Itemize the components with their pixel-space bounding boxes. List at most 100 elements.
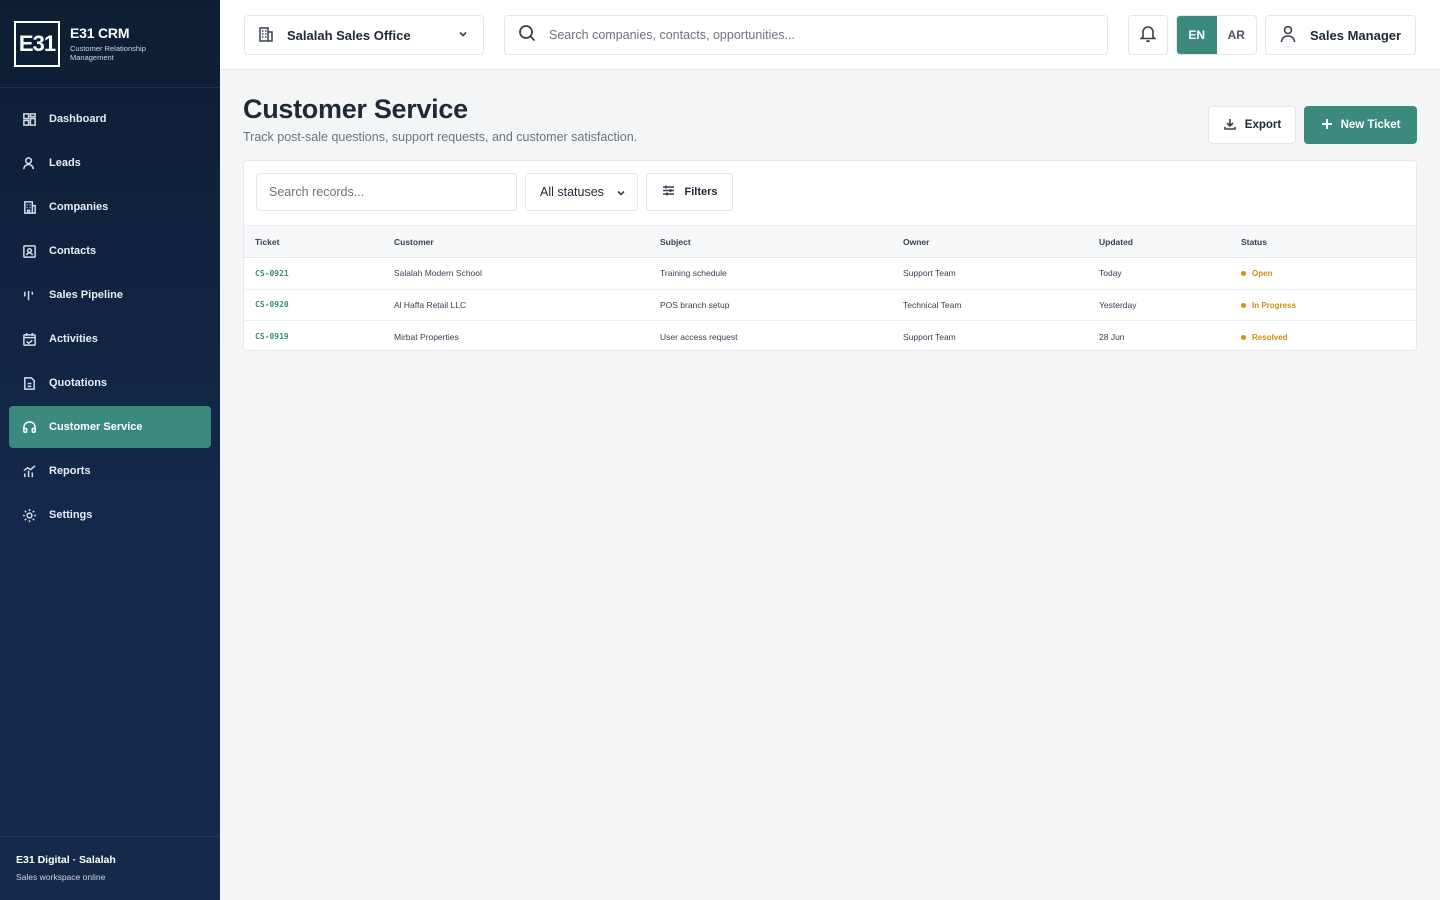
sidebar-item-settings[interactable]: Settings xyxy=(9,494,211,536)
export-label: Export xyxy=(1244,119,1282,131)
page-subtitle: Track post-sale questions, support reque… xyxy=(243,130,638,144)
subject-cell: Training schedule xyxy=(660,268,727,279)
global-search xyxy=(504,15,1108,55)
updated-cell: Today xyxy=(1099,268,1122,279)
page-title: Customer Service xyxy=(243,94,468,124)
gear-icon xyxy=(21,507,37,523)
status-cell: In Progress xyxy=(1230,289,1416,321)
headset-icon xyxy=(21,419,37,435)
building-icon xyxy=(257,25,275,46)
ticket-id-link[interactable]: CS-0919 xyxy=(244,321,383,353)
owner-cell: Support Team xyxy=(903,268,956,279)
sidebar-item-dashboard[interactable]: Dashboard xyxy=(9,98,211,140)
customer-cell: Al Haffa Retail LLC xyxy=(394,299,467,310)
main-content: Customer Service Track post-sale questio… xyxy=(220,70,1440,900)
table-row[interactable]: CS-0920 Al Haffa Retail LLC POS branch s… xyxy=(244,289,1416,321)
calendar-icon xyxy=(21,331,37,347)
search-icon xyxy=(517,23,537,48)
subject-cell: POS branch setup xyxy=(660,299,730,310)
workspace-status: Sales workspace online xyxy=(16,872,106,882)
filters-label: Filters xyxy=(684,186,718,198)
filters-button[interactable]: Filters xyxy=(646,173,733,211)
export-button[interactable]: Export xyxy=(1208,106,1296,144)
status-dot-icon xyxy=(1241,334,1246,340)
ticket-id-link[interactable]: CS-0921 xyxy=(244,258,383,290)
document-icon xyxy=(21,375,37,391)
status-badge: Resolved xyxy=(1241,333,1288,342)
sidebar-item-label: Reports xyxy=(49,465,91,477)
status-badge: In Progress xyxy=(1241,301,1296,310)
status-text: Resolved xyxy=(1252,332,1288,342)
col-subject[interactable]: Subject xyxy=(649,226,892,258)
sidebar-item-label: Leads xyxy=(49,157,81,169)
bell-icon xyxy=(1138,23,1158,48)
table-header-row: Ticket Customer Subject Owner Updated St… xyxy=(244,225,1416,258)
col-customer[interactable]: Customer xyxy=(383,226,649,258)
sidebar: E31 E31 CRM Customer Relationship Manage… xyxy=(0,0,220,900)
sidebar-item-activities[interactable]: Activities xyxy=(9,318,211,360)
records-search-input[interactable] xyxy=(256,173,517,211)
sidebar-item-sales-pipeline[interactable]: Sales Pipeline xyxy=(9,274,211,316)
status-cell: Resolved xyxy=(1230,321,1416,353)
customer-cell: Mirbat Properties xyxy=(394,331,459,342)
user-icon xyxy=(21,155,37,171)
sidebar-item-label: Companies xyxy=(49,201,109,213)
sidebar-item-quotations[interactable]: Quotations xyxy=(9,362,211,404)
status-text: Open xyxy=(1252,269,1273,279)
sidebar-item-reports[interactable]: Reports xyxy=(9,450,211,492)
tickets-card: All statuses Filters Ticket Customer Sub… xyxy=(243,160,1417,351)
brand-logo: E31 xyxy=(14,20,60,67)
updated-cell: Yesterday xyxy=(1099,299,1137,310)
updated-cell: 28 Jun xyxy=(1099,331,1125,342)
brand[interactable]: E31 E31 CRM Customer Relationship Manage… xyxy=(0,0,220,88)
sidebar-item-companies[interactable]: Companies xyxy=(9,186,211,228)
contact-card-icon xyxy=(21,243,37,259)
subject-cell: User access request xyxy=(660,331,738,342)
status-dot-icon xyxy=(1241,302,1246,308)
global-search-input[interactable] xyxy=(549,28,1089,42)
sidebar-item-label: Dashboard xyxy=(49,113,107,125)
notifications-button[interactable] xyxy=(1128,15,1168,55)
office-name: Salalah Sales Office xyxy=(287,27,411,43)
sidebar-item-label: Contacts xyxy=(49,245,97,257)
col-owner[interactable]: Owner xyxy=(892,226,1088,258)
office-selector[interactable]: Salalah Sales Office xyxy=(244,15,484,55)
sidebar-nav: Dashboard Leads Companies Contacts Sales… xyxy=(0,88,220,536)
owner-cell: Support Team xyxy=(903,331,956,342)
chart-icon xyxy=(21,463,37,479)
sliders-icon xyxy=(661,183,684,201)
col-ticket[interactable]: Ticket xyxy=(244,226,383,258)
brand-title: E31 CRM xyxy=(70,25,130,41)
chevron-down-icon xyxy=(457,28,469,43)
user-icon xyxy=(1278,24,1298,47)
sidebar-item-leads[interactable]: Leads xyxy=(9,142,211,184)
table-row[interactable]: CS-0921 Salalah Modern School Training s… xyxy=(244,258,1416,290)
table-toolbar: All statuses Filters xyxy=(244,161,1416,225)
lang-ar-button[interactable]: AR xyxy=(1217,16,1257,54)
brand-subtitle: Customer Relationship Management xyxy=(70,44,146,62)
sidebar-item-customer-service[interactable]: Customer Service xyxy=(9,406,211,448)
topbar: Salalah Sales Office EN AR Sales Manager xyxy=(220,0,1440,70)
table-row[interactable]: CS-0919 Mirbat Properties User access re… xyxy=(244,321,1416,353)
status-text: In Progress xyxy=(1252,300,1297,310)
col-status[interactable]: Status xyxy=(1230,226,1416,258)
sidebar-item-label: Activities xyxy=(49,333,98,345)
status-cell: Open xyxy=(1230,258,1416,290)
new-ticket-button[interactable]: New Ticket xyxy=(1304,106,1417,144)
status-dot-icon xyxy=(1241,271,1246,277)
language-switch: EN AR xyxy=(1176,15,1257,55)
user-role: Sales Manager xyxy=(1310,27,1402,43)
plus-icon xyxy=(1321,118,1341,133)
user-menu[interactable]: Sales Manager xyxy=(1265,15,1416,55)
chevron-down-icon xyxy=(615,187,627,202)
pipeline-icon xyxy=(21,287,37,303)
customer-cell: Salalah Modern School xyxy=(394,268,482,279)
lang-en-button[interactable]: EN xyxy=(1177,16,1217,54)
col-updated[interactable]: Updated xyxy=(1088,226,1230,258)
status-filter-select[interactable]: All statuses xyxy=(525,173,638,211)
sidebar-item-contacts[interactable]: Contacts xyxy=(9,230,211,272)
tickets-table: Ticket Customer Subject Owner Updated St… xyxy=(244,225,1416,352)
sidebar-item-label: Sales Pipeline xyxy=(49,289,123,301)
ticket-id-link[interactable]: CS-0920 xyxy=(244,289,383,321)
sidebar-item-label: Quotations xyxy=(49,377,108,389)
